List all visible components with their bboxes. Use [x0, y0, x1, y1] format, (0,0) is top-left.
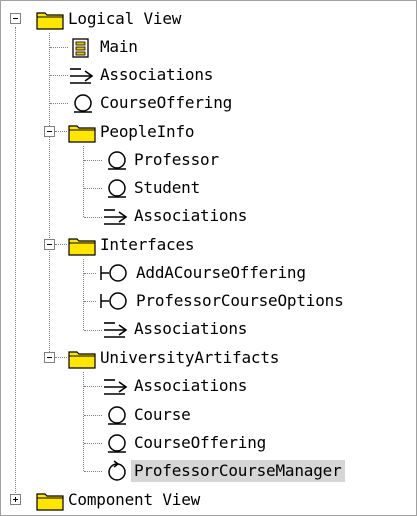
associations-icon — [67, 63, 97, 87]
tree-branch — [84, 415, 102, 416]
tree-node-label: Main — [100, 37, 138, 56]
tree-node-label: ProfessorCourseOptions — [136, 291, 344, 310]
tree-branch — [55, 244, 67, 245]
tree-node-course-offering[interactable]: CourseOffering — [103, 429, 269, 457]
tree-node-professor[interactable]: Professor — [103, 146, 222, 174]
tree-line-peopleinfo — [83, 146, 84, 217]
tree-node-associations[interactable]: Associations — [101, 315, 250, 343]
entity-class-icon — [103, 176, 131, 200]
tree-branch — [84, 386, 102, 387]
tree-node-label: Associations — [100, 65, 214, 84]
tree-node-associations[interactable]: Associations — [101, 372, 250, 400]
tree-branch — [50, 103, 68, 104]
tree-node-logical-view[interactable]: Logical View — [35, 5, 184, 33]
associations-icon — [101, 374, 131, 398]
tree-node-professor-course-options[interactable]: ProfessorCourseOptions — [97, 287, 347, 315]
folder-icon — [35, 7, 65, 31]
boundary-class-icon — [97, 261, 133, 285]
tree-node-university-artifacts[interactable]: UniversityArtifacts — [67, 344, 282, 372]
tree-node-label: AddACourseOffering — [136, 263, 306, 282]
tree-node-label: Student — [134, 178, 201, 197]
tree-node-course[interactable]: Course — [103, 401, 194, 429]
tree-node-label-selected: ProfessorCourseManager — [131, 460, 345, 482]
class-diagram-icon — [69, 35, 97, 59]
folder-icon — [67, 233, 97, 257]
boundary-class-icon — [97, 289, 133, 313]
tree-line-logical — [49, 33, 50, 360]
entity-class-icon — [103, 431, 131, 455]
folder-icon — [67, 346, 97, 370]
tree-node-label: Interfaces — [100, 235, 195, 254]
tree-node-label: UniversityArtifacts — [100, 348, 280, 367]
tree-node-label: Associations — [134, 206, 248, 225]
entity-class-icon — [103, 403, 131, 427]
collapse-interfaces-button[interactable] — [44, 239, 55, 250]
tree-node-interfaces[interactable]: Interfaces — [67, 231, 197, 259]
tree-branch — [84, 160, 102, 161]
associations-icon — [101, 317, 131, 341]
collapse-universityartifacts-button[interactable] — [44, 352, 55, 363]
tree-node-professor-course-manager[interactable]: ProfessorCourseManager — [103, 457, 345, 485]
tree-branch — [84, 188, 102, 189]
tree-node-student[interactable]: Student — [103, 174, 203, 202]
model-browser-tree: Logical View Main Associations CourseOff… — [0, 0, 417, 516]
expand-component-view-button[interactable] — [10, 494, 21, 505]
tree-branch — [55, 131, 67, 132]
tree-branch — [55, 357, 67, 358]
entity-class-icon — [103, 148, 131, 172]
control-class-icon — [103, 459, 131, 483]
associations-icon — [101, 204, 131, 228]
tree-branch — [84, 471, 102, 472]
tree-branch — [84, 217, 102, 218]
tree-node-add-a-course-offering[interactable]: AddACourseOffering — [97, 259, 309, 287]
tree-node-label: Component View — [68, 490, 201, 509]
folder-icon — [67, 120, 97, 144]
tree-node-label: Professor — [134, 150, 219, 169]
tree-node-component-view[interactable]: Component View — [35, 486, 203, 514]
tree-node-course-offering[interactable]: CourseOffering — [69, 89, 235, 117]
entity-class-icon — [69, 91, 97, 115]
collapse-peopleinfo-button[interactable] — [44, 126, 55, 137]
tree-node-label: Course — [134, 405, 191, 424]
tree-branch — [50, 47, 68, 48]
tree-node-associations[interactable]: Associations — [101, 202, 250, 230]
tree-line-interfaces — [83, 259, 84, 330]
tree-branch — [84, 301, 96, 302]
folder-icon — [35, 488, 65, 512]
tree-node-label: CourseOffering — [134, 433, 267, 452]
tree-node-label: CourseOffering — [100, 93, 233, 112]
tree-node-label: Logical View — [68, 9, 182, 28]
tree-node-peopleinfo[interactable]: PeopleInfo — [67, 118, 197, 146]
tree-node-associations[interactable]: Associations — [67, 61, 216, 89]
tree-line-root — [15, 27, 16, 499]
tree-node-label: Associations — [134, 319, 248, 338]
tree-branch — [84, 330, 102, 331]
tree-node-label: PeopleInfo — [100, 122, 195, 141]
tree-node-label: Associations — [134, 376, 248, 395]
tree-branch — [84, 443, 102, 444]
tree-branch — [84, 273, 96, 274]
collapse-logical-view-button[interactable] — [10, 13, 21, 24]
tree-branch — [50, 75, 68, 76]
tree-node-main[interactable]: Main — [69, 33, 141, 61]
